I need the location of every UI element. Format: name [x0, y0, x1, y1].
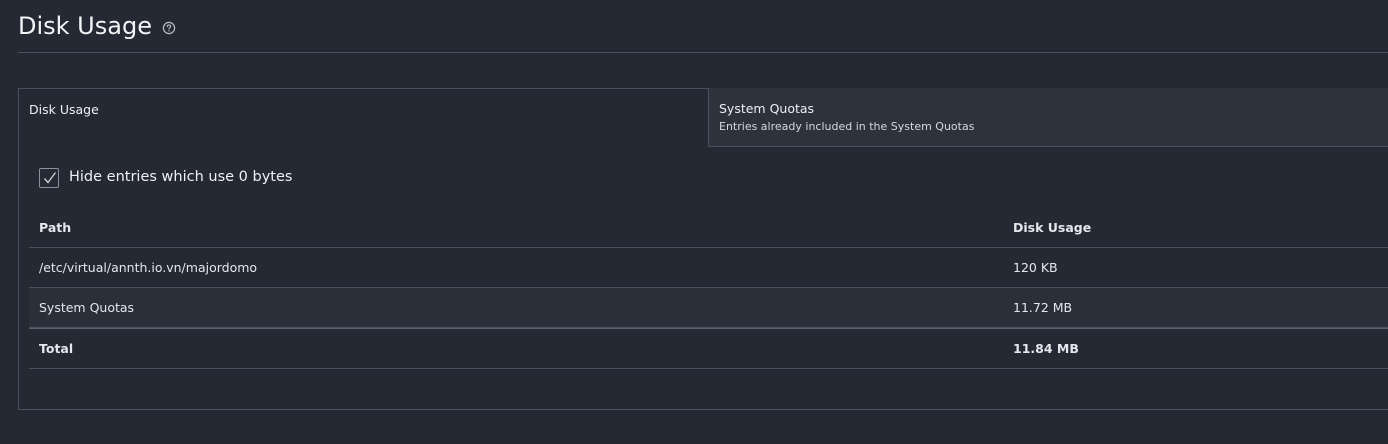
- table-row: /etc/virtual/annth.io.vn/majordomo 120 K…: [29, 248, 1388, 288]
- tab-system-quotas-label: System Quotas: [719, 101, 815, 116]
- disk-usage-table: Path Disk Usage /etc/virtual/annth.io.vn…: [29, 207, 1388, 369]
- page-header: Disk Usage: [18, 0, 1388, 53]
- table-header-row: Path Disk Usage: [29, 207, 1388, 248]
- checkmark-icon: [43, 172, 57, 184]
- disk-usage-panel: Disk Usage System Quotas Entries already…: [18, 88, 1388, 410]
- total-label: Total: [39, 341, 74, 356]
- total-usage: 11.84 MB: [1013, 341, 1079, 356]
- tab-system-quotas-subtitle: Entries already included in the System Q…: [719, 120, 975, 133]
- row-usage: 120 KB: [1013, 260, 1058, 275]
- tab-disk-usage-label: Disk Usage: [29, 102, 99, 117]
- tab-disk-usage[interactable]: Disk Usage: [19, 89, 709, 147]
- column-header-disk-usage[interactable]: Disk Usage: [1013, 220, 1091, 235]
- table-row: System Quotas 11.72 MB: [29, 288, 1388, 328]
- page-title: Disk Usage: [18, 12, 152, 40]
- row-path: System Quotas: [39, 300, 135, 315]
- table-total-row: Total 11.84 MB: [29, 328, 1388, 369]
- question-circle-icon[interactable]: [162, 20, 176, 35]
- tab-system-quotas[interactable]: System Quotas Entries already included i…: [708, 88, 1388, 147]
- column-header-path[interactable]: Path: [39, 220, 71, 235]
- row-usage: 11.72 MB: [1013, 300, 1073, 315]
- hide-zero-checkbox[interactable]: [39, 168, 59, 188]
- hide-zero-label: Hide entries which use 0 bytes: [69, 169, 293, 185]
- row-path: /etc/virtual/annth.io.vn/majordomo: [39, 260, 258, 275]
